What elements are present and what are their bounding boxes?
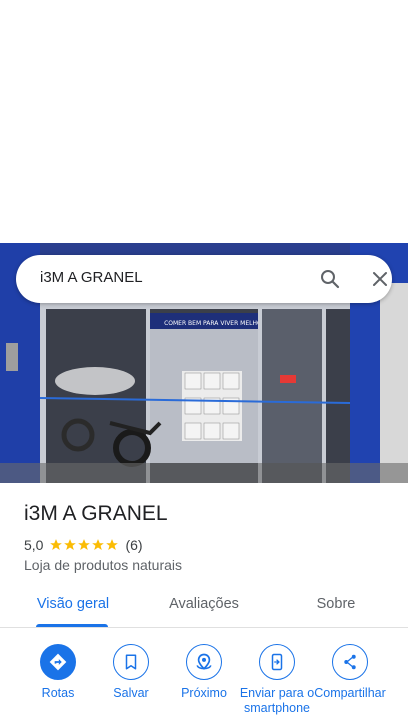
map-blank-area	[0, 0, 408, 243]
directions-button[interactable]: Rotas	[20, 644, 96, 701]
share-icon	[332, 644, 368, 680]
close-icon[interactable]	[368, 267, 392, 291]
review-count[interactable]: (6)	[125, 537, 142, 553]
place-name: i3M A GRANEL	[24, 502, 168, 525]
save-label: Salvar	[113, 686, 149, 700]
search-icon[interactable]	[318, 267, 342, 291]
place-tabs: Visão geral Avaliações Sobre	[0, 588, 408, 628]
share-button[interactable]: Compartilhar	[312, 644, 388, 701]
tab-about[interactable]: Sobre	[306, 596, 366, 612]
search-input[interactable]: i3M A GRANEL	[40, 269, 143, 286]
action-buttons: Rotas Salvar Próximo Enviar para o smart…	[0, 644, 408, 726]
rating-value: 5,0	[24, 537, 44, 553]
search-bar[interactable]: i3M A GRANEL	[16, 255, 392, 303]
star-rating	[49, 538, 119, 552]
star-icon	[64, 539, 77, 550]
tab-overview[interactable]: Visão geral	[35, 596, 111, 612]
send-to-phone-button[interactable]: Enviar para o smartphone	[239, 644, 315, 716]
star-icon	[92, 539, 105, 550]
rating-row[interactable]: 5,0 (6)	[24, 536, 143, 554]
star-icon	[106, 539, 119, 550]
store-sign-text: COMER BEM PARA VIVER MELHOR	[164, 320, 266, 327]
tab-reviews[interactable]: Avaliações	[164, 596, 244, 612]
star-icon	[50, 539, 63, 550]
share-label: Compartilhar	[314, 686, 386, 700]
place-category: Loja de produtos naturais	[24, 557, 182, 573]
send-to-phone-icon	[259, 644, 295, 680]
star-icon	[78, 539, 91, 550]
send-to-phone-label: Enviar para o smartphone	[239, 686, 315, 715]
nearby-button[interactable]: Próximo	[166, 644, 242, 701]
nearby-icon	[186, 644, 222, 680]
nearby-label: Próximo	[181, 686, 227, 700]
active-tab-indicator	[36, 624, 108, 627]
directions-icon	[40, 644, 76, 680]
save-button[interactable]: Salvar	[93, 644, 169, 701]
bookmark-icon	[113, 644, 149, 680]
directions-label: Rotas	[41, 686, 75, 700]
